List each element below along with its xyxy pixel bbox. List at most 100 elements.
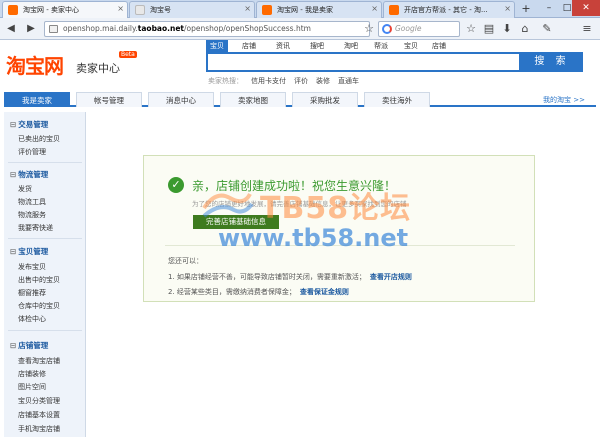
watermark-text: TB58论坛 xyxy=(260,191,412,226)
sidebar-item-decorate[interactable]: 店铺装修 xyxy=(18,369,46,379)
deposit-rules-link[interactable]: 查看保证金规则 xyxy=(300,288,349,296)
blank-page-icon xyxy=(135,5,145,15)
sidebar-group-trade[interactable]: 交易管理 xyxy=(10,119,48,130)
nav-tab-seller-map[interactable]: 卖家地图 xyxy=(220,92,286,107)
tab-label: 淘宝网 - 我是卖家 xyxy=(277,6,333,14)
search-tab-item[interactable]: 宝贝 xyxy=(206,40,228,52)
google-icon xyxy=(382,24,392,34)
hot-search-links: 卖家热搜： 信用卡支付 评价 装修 直通车 xyxy=(208,76,359,86)
sidebar: 交易管理 已卖出的宝贝 评价管理 物流管理 发货 物流工具 物流服务 我要寄快递… xyxy=(4,112,86,437)
sidebar-item-showcase[interactable]: 橱窗推荐 xyxy=(18,288,46,298)
nav-tab-account[interactable]: 帐号管理 xyxy=(76,92,142,107)
taobao-favicon-icon xyxy=(8,5,18,15)
note-heading: 您还可以： xyxy=(168,257,203,265)
nav-tab-overseas[interactable]: 卖往海外 xyxy=(364,92,430,107)
hot-search-label: 卖家热搜： xyxy=(208,77,243,85)
sidebar-item-reviews[interactable]: 评价管理 xyxy=(18,147,46,157)
hot-link[interactable]: 评价 xyxy=(294,77,308,85)
note-text: 2. 经营某些类目，需缴纳消费者保障金； xyxy=(168,288,296,296)
beta-badge: Beta xyxy=(119,51,137,58)
addon-icon[interactable]: ✎ xyxy=(540,22,554,36)
tab-label: 开店官方帮派 - 其它 - 淘... xyxy=(404,6,488,14)
new-tab-button[interactable]: + xyxy=(517,2,535,16)
browser-search-input[interactable]: Google xyxy=(378,21,460,37)
note-line: 2. 经营某些类目，需缴纳消费者保障金； 查看保证金规则 xyxy=(168,287,349,297)
download-arrow-icon[interactable]: ⬇ xyxy=(500,22,514,36)
tab-label: 淘宝网 - 卖家中心 xyxy=(23,6,79,14)
back-arrow-icon[interactable]: ◀ xyxy=(4,22,18,36)
close-tab-icon[interactable]: × xyxy=(371,4,378,13)
note-text: 1. 如果店铺经营不善，可能导致店铺暂时关闭，需要重新激活； xyxy=(168,273,366,281)
page-icon xyxy=(49,25,58,33)
site-search-input[interactable] xyxy=(206,52,521,72)
search-tab-shop[interactable]: 店铺 xyxy=(242,40,256,52)
sidebar-item-logistics-service[interactable]: 物流服务 xyxy=(18,210,46,220)
browser-tab-seller[interactable]: 淘宝网 - 我是卖家 × xyxy=(256,1,382,18)
sidebar-item-ship[interactable]: 发货 xyxy=(18,184,32,194)
url-domain: taobao.net xyxy=(137,24,185,33)
search-tab-taoba[interactable]: 淘吧 xyxy=(344,40,358,52)
browser-tab-forum[interactable]: 开店官方帮派 - 其它 - 淘... × xyxy=(383,1,515,18)
sidebar-group-logistics[interactable]: 物流管理 xyxy=(10,169,48,180)
nav-tab-wholesale[interactable]: 采购批发 xyxy=(292,92,358,107)
site-search-button[interactable]: 搜 索 xyxy=(521,52,583,72)
search-tab-news[interactable]: 资讯 xyxy=(276,40,290,52)
taobao-favicon-icon xyxy=(262,5,272,15)
sidebar-divider xyxy=(8,238,82,239)
sidebar-divider xyxy=(8,162,82,163)
nav-tab-messages[interactable]: 消息中心 xyxy=(148,92,214,107)
sidebar-divider xyxy=(8,330,82,331)
bookmark-star-icon[interactable]: ☆ xyxy=(362,22,376,36)
browser-tab-account[interactable]: 淘宝号 × xyxy=(129,1,255,18)
nav-tab-i-am-seller[interactable]: 我是卖家 xyxy=(4,92,70,107)
sidebar-item-image-space[interactable]: 图片空间 xyxy=(18,382,46,392)
taobao-favicon-icon xyxy=(389,5,399,15)
success-check-icon: ✓ xyxy=(168,177,184,193)
sidebar-group-items[interactable]: 宝贝管理 xyxy=(10,246,48,257)
search-tab-group[interactable]: 帮派 xyxy=(374,40,388,52)
seller-center-label: 卖家中心 xyxy=(76,62,120,75)
sidebar-item-basic-settings[interactable]: 店铺基本设置 xyxy=(18,410,60,420)
sidebar-item-categories[interactable]: 宝贝分类管理 xyxy=(18,396,60,406)
my-taobao-link[interactable]: 我的淘宝 >> xyxy=(543,95,585,105)
sidebar-item-send-express[interactable]: 我要寄快递 xyxy=(18,223,53,233)
main-navigation: 我是卖家 帐号管理 消息中心 卖家地图 采购批发 卖往海外 xyxy=(4,92,596,107)
sidebar-item-publish[interactable]: 发布宝贝 xyxy=(18,262,46,272)
url-path: /openshop/openShopSuccess.htm xyxy=(184,24,311,33)
tab-label: 淘宝号 xyxy=(150,6,171,14)
hot-link[interactable]: 装修 xyxy=(316,77,330,85)
address-bar[interactable]: openshop.mai.daily.taobao.net/openshop/o… xyxy=(44,21,370,37)
note-line: 1. 如果店铺经营不善，可能导致店铺暂时关闭，需要重新激活； 查看开店规则 xyxy=(168,272,412,282)
hot-link[interactable]: 直通车 xyxy=(338,77,359,85)
search-tab-item-2[interactable]: 宝贝 xyxy=(404,40,418,52)
sidebar-item-warehouse[interactable]: 仓库中的宝贝 xyxy=(18,301,60,311)
sidebar-item-health-check[interactable]: 体检中心 xyxy=(18,314,46,324)
sidebar-item-view-shop[interactable]: 查看淘宝店铺 xyxy=(18,356,60,366)
browser-tab-seller-center[interactable]: 淘宝网 - 卖家中心 × xyxy=(2,1,128,18)
watermark-logo-icon xyxy=(202,192,254,218)
url-prefix: openshop.mai.daily. xyxy=(63,24,138,33)
home-icon[interactable]: ⌂ xyxy=(518,22,532,36)
search-tab-soba[interactable]: 搜吧 xyxy=(310,40,324,52)
sidebar-item-mobile-shop[interactable]: 手机淘宝店铺 xyxy=(18,424,60,434)
menu-icon[interactable]: ≡ xyxy=(580,22,594,36)
forward-arrow-icon[interactable]: ▶ xyxy=(24,22,38,36)
sidebar-item-logistics-tools[interactable]: 物流工具 xyxy=(18,197,46,207)
close-tab-icon[interactable]: × xyxy=(244,4,251,13)
taobao-logo[interactable]: 淘宝网 xyxy=(6,50,64,79)
watermark-url: www.tb58.net xyxy=(218,224,409,252)
sidebar-item-on-sale[interactable]: 出售中的宝贝 xyxy=(18,275,60,285)
star-icon[interactable]: ☆ xyxy=(464,22,478,36)
close-window-icon[interactable]: ✕ xyxy=(572,0,600,16)
search-placeholder: Google xyxy=(395,24,422,33)
open-shop-rules-link[interactable]: 查看开店规则 xyxy=(370,273,412,281)
hot-link[interactable]: 信用卡支付 xyxy=(251,77,286,85)
reading-list-icon[interactable]: ▤ xyxy=(482,22,496,36)
sidebar-item-sold[interactable]: 已卖出的宝贝 xyxy=(18,134,60,144)
search-tab-shop-2[interactable]: 店铺 xyxy=(432,40,446,52)
close-tab-icon[interactable]: × xyxy=(117,4,124,13)
browser-tab-strip: 淘宝网 - 卖家中心 × 淘宝号 × 淘宝网 - 我是卖家 × 开店官方帮派 -… xyxy=(0,0,600,18)
browser-navigation-bar: ◀ ▶ openshop.mai.daily.taobao.net/opensh… xyxy=(0,18,600,40)
sidebar-group-shop[interactable]: 店铺管理 xyxy=(10,340,48,351)
close-tab-icon[interactable]: × xyxy=(504,4,511,13)
